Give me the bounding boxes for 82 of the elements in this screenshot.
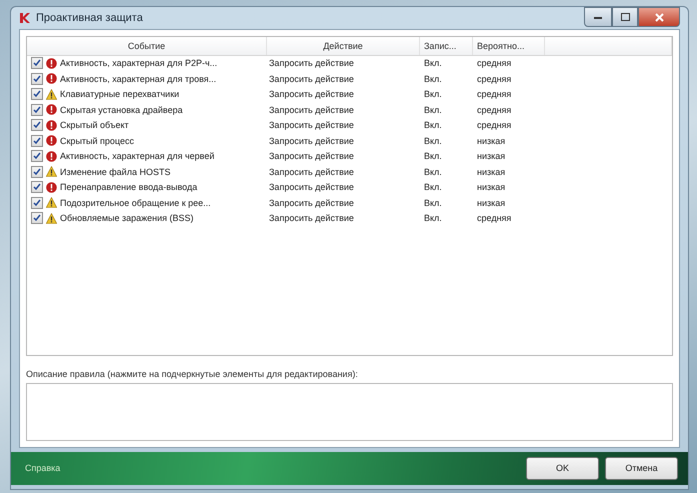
maximize-icon	[620, 13, 630, 21]
close-button[interactable]	[638, 7, 680, 27]
error-icon	[46, 135, 57, 146]
table-cell-text: Вкл.	[423, 213, 443, 224]
table-cell-text: Вкл.	[423, 151, 443, 162]
checkbox[interactable]	[31, 134, 43, 147]
table-cell-text: Запросить действие	[268, 166, 355, 177]
table-cell-text: Запросить действие	[268, 136, 355, 146]
checkbox[interactable]	[31, 104, 43, 116]
column-header[interactable]: Запис...	[420, 36, 473, 55]
description-label: Описание правила (нажмите на подчеркнутые элементы для редактирования):	[26, 368, 359, 379]
checkbox[interactable]	[31, 212, 43, 224]
checkbox[interactable]	[31, 166, 43, 178]
column-header[interactable]: Событие	[27, 36, 267, 55]
close-icon	[654, 12, 664, 22]
table-cell-text: средняя	[476, 213, 512, 224]
table-cell: Скрытый объект	[60, 120, 129, 130]
table-cell-text: Запросить действие	[268, 74, 355, 84]
checkbox[interactable]	[31, 57, 43, 70]
warning-icon	[46, 88, 57, 100]
table-cell-text: Запросить действие	[268, 89, 355, 100]
error-icon	[46, 104, 57, 116]
table-cell-text: Вкл.	[423, 136, 443, 146]
table-cell-text: низкая	[476, 166, 506, 177]
table-cell-text: Запросить действие	[268, 120, 355, 130]
checkbox[interactable]	[31, 88, 43, 100]
table-cell-text: средняя	[476, 89, 512, 100]
checkbox[interactable]	[31, 119, 43, 132]
table-cell-text: низкая	[476, 136, 506, 146]
table-cell-text: Вкл.	[423, 166, 443, 177]
table-cell: Активность, характерная для P2P-ч...	[60, 58, 218, 68]
table-cell-text: Запросить действие	[268, 104, 355, 115]
error-icon	[46, 150, 57, 162]
table-cell-text: Запросить действие	[268, 213, 355, 224]
column-header[interactable]: Вероятно...	[473, 36, 545, 55]
table-cell-text: средняя	[476, 74, 512, 84]
maximize-button[interactable]	[612, 7, 638, 27]
table-cell-text: Запросить действие	[268, 58, 355, 68]
table-cell: Клавиатурные перехватчики	[60, 89, 180, 100]
table-cell-text: Вкл.	[423, 74, 443, 84]
table-cell: Обновляемые заражения (BSS)	[60, 213, 194, 224]
error-icon	[46, 58, 57, 69]
table-cell-text: Вкл.	[423, 120, 443, 130]
error-icon	[46, 73, 57, 84]
table-cell-text: Вкл.	[423, 182, 443, 192]
table-cell-text: низкая	[476, 151, 506, 162]
table-cell: Скрытая установка драйвера	[60, 104, 183, 115]
table-cell-text: Запросить действие	[268, 151, 355, 162]
warning-icon	[46, 197, 57, 208]
table-cell-text: Запросить действие	[268, 182, 355, 192]
warning-icon	[46, 166, 57, 178]
column-header[interactable]: Действие	[267, 36, 420, 55]
table-cell-text: Вкл.	[423, 58, 443, 68]
help-link[interactable]: Справка	[25, 463, 60, 474]
table-cell-text: средняя	[476, 58, 512, 68]
ok-button[interactable]: OK	[526, 456, 599, 480]
window-title: Проактивная защита	[36, 12, 143, 24]
table-cell-text: низкая	[476, 198, 506, 208]
table-cell-text: низкая	[476, 182, 506, 192]
checkbox[interactable]	[31, 150, 43, 162]
table-cell-text: Запросить действие	[268, 198, 355, 208]
table-cell: Активность, характерная для тровя...	[60, 74, 216, 84]
table-cell-text: Вкл.	[423, 89, 443, 100]
cancel-button[interactable]: Отмена	[605, 456, 678, 480]
table-cell: Изменение файла HOSTS	[60, 166, 170, 177]
table-cell: Активность, характерная для червей	[60, 151, 214, 162]
minimize-icon	[594, 16, 602, 18]
checkbox[interactable]	[31, 181, 43, 194]
error-icon	[46, 182, 57, 193]
warning-icon	[46, 212, 57, 224]
table-cell-text: средняя	[476, 104, 512, 115]
table-cell-text: Вкл.	[423, 104, 443, 115]
error-icon	[46, 120, 57, 131]
checkbox[interactable]	[31, 196, 43, 209]
minimize-button[interactable]	[584, 7, 612, 27]
checkbox[interactable]	[31, 72, 43, 85]
table-cell: Скрытый процесс	[60, 136, 134, 146]
table-cell: Подозрительное обращение к рее...	[60, 198, 211, 208]
table-cell-text: средняя	[476, 120, 512, 130]
table-cell: Перенаправление ввода-вывода	[60, 182, 198, 192]
app-logo-icon	[19, 12, 31, 24]
table-cell-text: Вкл.	[423, 198, 443, 208]
